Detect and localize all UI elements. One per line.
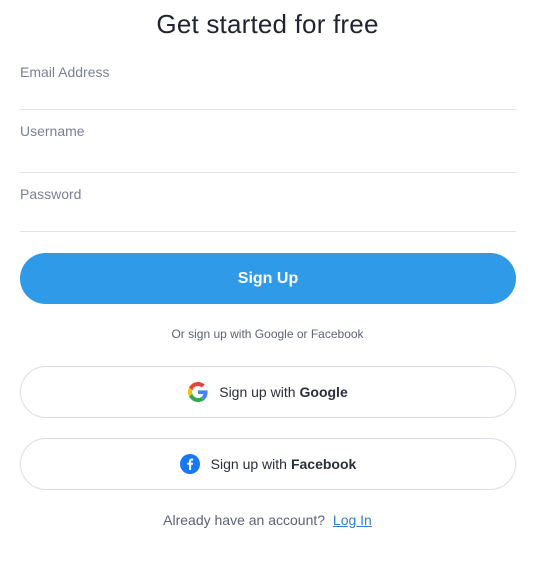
email-field-container — [20, 62, 516, 110]
password-field[interactable] — [20, 184, 516, 204]
login-link[interactable]: Log In — [333, 512, 372, 528]
google-icon — [188, 382, 208, 402]
facebook-button-prefix: Sign up with — [210, 456, 287, 472]
email-field[interactable] — [20, 62, 516, 82]
social-divider-text: Or sign up with Google or Facebook — [171, 327, 364, 341]
facebook-icon — [179, 454, 200, 474]
google-signup-button[interactable]: Sign up with Google — [20, 366, 516, 418]
username-field-container — [20, 121, 516, 173]
login-question: Already have an account? — [163, 512, 326, 528]
page-title: Get started for free — [156, 9, 379, 39]
signup-page: Get started for free Sign Up Or sign up … — [0, 0, 535, 562]
google-button-prefix: Sign up with — [219, 384, 296, 400]
sign-up-button[interactable]: Sign Up — [20, 253, 516, 304]
username-field[interactable] — [20, 121, 516, 141]
password-field-container — [20, 184, 516, 232]
facebook-signup-button[interactable]: Sign up with Facebook — [20, 438, 516, 490]
login-prompt: Already have an account? Log In — [0, 512, 535, 528]
facebook-button-brand: Facebook — [290, 456, 357, 472]
google-button-brand: Google — [299, 384, 348, 400]
